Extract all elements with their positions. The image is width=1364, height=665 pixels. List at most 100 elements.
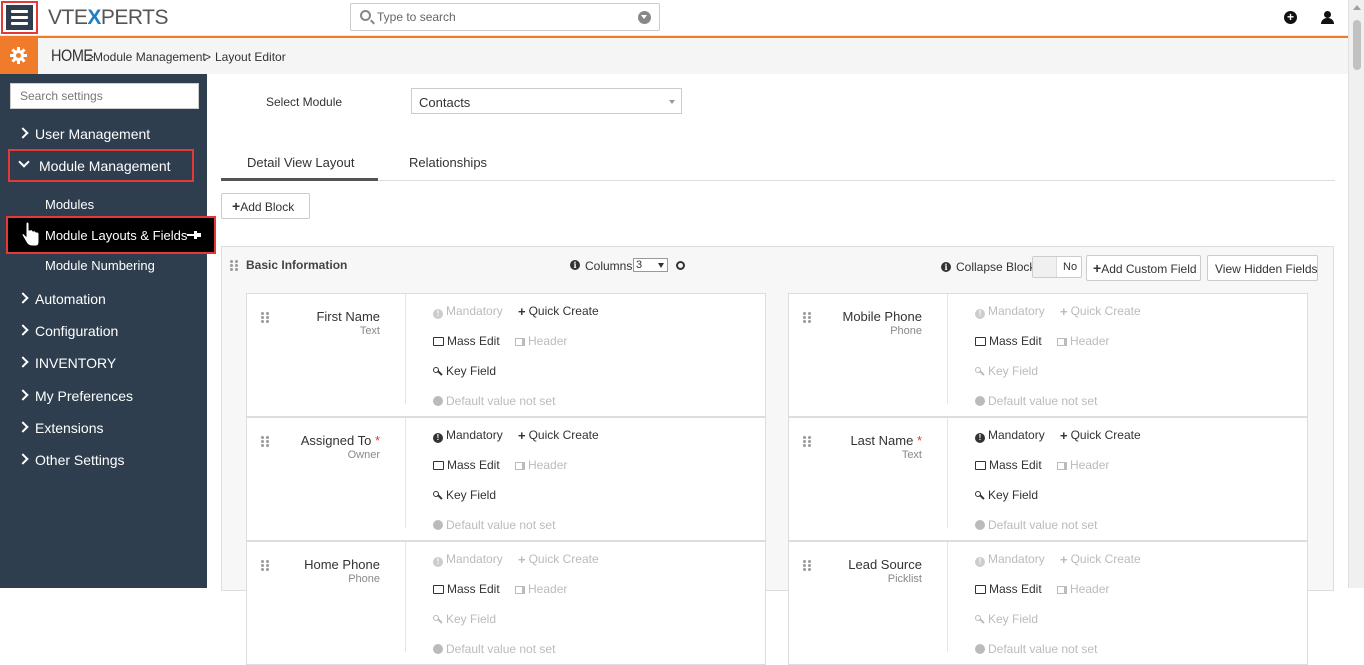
sidebar-subitem-module-layouts-fields[interactable]: Module Layouts & Fields <box>45 228 187 243</box>
quick-create-option[interactable]: + Quick Create <box>518 552 599 566</box>
field-type: Owner <box>347 449 380 461</box>
sidebar-item-other-settings[interactable]: Other Settings <box>0 447 207 473</box>
drag-handle-icon[interactable] <box>803 312 811 324</box>
key-field-option[interactable]: Key Field <box>975 488 1038 502</box>
scrollbar-thumb[interactable] <box>1353 20 1361 70</box>
breadcrumb-module-management[interactable]: Module Management <box>93 50 206 64</box>
header-option[interactable]: Header <box>1057 334 1109 348</box>
collapse-block-toggle[interactable]: No <box>1032 256 1082 278</box>
default-value-option[interactable]: Default value not set <box>975 518 1097 532</box>
settings-button[interactable] <box>0 38 38 74</box>
default-value-option[interactable]: Default value not set <box>975 642 1097 656</box>
columns-select[interactable]: 3 <box>633 258 668 272</box>
sidebar-item-label: My Preferences <box>35 388 134 404</box>
search-input[interactable] <box>377 8 627 26</box>
header-label: Header <box>528 582 568 596</box>
header-option[interactable]: Header <box>515 582 567 596</box>
quick-create-option[interactable]: + Quick Create <box>1060 428 1141 442</box>
quick-create-option[interactable]: + Quick Create <box>1060 304 1141 318</box>
drag-handle-icon[interactable] <box>261 436 269 448</box>
header-label: Header <box>528 458 568 472</box>
key-icon <box>975 367 985 376</box>
sidebar-item-module-management[interactable]: Module Management <box>0 153 207 179</box>
chevron-down-icon[interactable] <box>638 11 651 24</box>
mandatory-option[interactable]: ! Mandatory <box>975 552 1045 567</box>
flag-icon <box>515 586 525 594</box>
sidebar-item-extensions[interactable]: Extensions <box>0 415 207 441</box>
mandatory-option[interactable]: ! Mandatory <box>975 304 1045 319</box>
add-custom-field-button[interactable]: +Add Custom Field <box>1086 255 1201 281</box>
quick-create-label: Quick Create <box>1070 428 1141 442</box>
drag-handle-icon[interactable] <box>803 560 811 572</box>
settings-sidebar: User Management Module Management Module… <box>0 74 216 588</box>
mass-edit-option[interactable]: Mass Edit <box>433 458 500 472</box>
header-option[interactable]: Header <box>515 458 567 472</box>
key-field-option[interactable]: Key Field <box>433 612 496 626</box>
sidebar-subitem-modules[interactable]: Modules <box>45 197 94 212</box>
vertical-scrollbar[interactable] <box>1348 0 1364 588</box>
key-icon <box>433 367 443 376</box>
settings-search-input[interactable] <box>11 84 198 108</box>
quick-create-option[interactable]: + Quick Create <box>1060 552 1141 566</box>
mass-edit-option[interactable]: Mass Edit <box>433 334 500 348</box>
mass-edit-option[interactable]: Mass Edit <box>975 582 1042 596</box>
mandatory-option[interactable]: ! Mandatory <box>433 428 503 443</box>
key-field-option[interactable]: Key Field <box>433 488 496 502</box>
field-name: First Name <box>316 309 380 324</box>
top-bar: VTEXPERTS + <box>0 0 1348 36</box>
edit-icon <box>433 585 444 594</box>
sidebar-subitem-module-numbering[interactable]: Module Numbering <box>45 258 155 273</box>
drag-handle-icon[interactable] <box>230 260 238 272</box>
key-field-option[interactable]: Key Field <box>975 364 1038 378</box>
sidebar-item-user-management[interactable]: User Management <box>0 121 207 147</box>
gear-icon[interactable] <box>676 261 685 270</box>
module-select[interactable]: Contacts <box>411 88 682 114</box>
tab-relationships[interactable]: Relationships <box>409 155 487 170</box>
drag-handle-icon[interactable] <box>261 312 269 324</box>
default-value-option[interactable]: Default value not set <box>433 518 555 532</box>
sidebar-item-automation[interactable]: Automation <box>0 286 207 312</box>
pin-icon[interactable] <box>187 231 201 239</box>
default-value-option[interactable]: Default value not set <box>433 642 555 656</box>
mass-edit-option[interactable]: Mass Edit <box>433 582 500 596</box>
default-value-option[interactable]: Default value not set <box>433 394 555 408</box>
mandatory-option[interactable]: ! Mandatory <box>433 552 503 567</box>
mass-edit-option[interactable]: Mass Edit <box>975 458 1042 472</box>
quick-create-option[interactable]: + Quick Create <box>518 304 599 318</box>
menu-button[interactable] <box>1 1 38 34</box>
drag-handle-icon[interactable] <box>261 560 269 572</box>
edit-icon <box>975 337 986 346</box>
scroll-up-arrow-icon[interactable] <box>1353 5 1361 10</box>
field-divider <box>947 294 948 404</box>
user-icon[interactable] <box>1321 11 1334 25</box>
key-field-option[interactable]: Key Field <box>433 364 496 378</box>
columns-label: Columns <box>585 259 633 273</box>
quick-create-option[interactable]: + Quick Create <box>518 428 599 442</box>
header-option[interactable]: Header <box>1057 582 1109 596</box>
header-option[interactable]: Header <box>1057 458 1109 472</box>
key-field-label: Key Field <box>988 612 1039 626</box>
clock-icon <box>975 396 985 406</box>
field-divider <box>947 542 948 652</box>
field-card: Home Phone Phone! Mandatory + Quick Create M… <box>246 541 766 665</box>
sidebar-item-my-preferences[interactable]: My Preferences <box>0 383 207 409</box>
quick-create-plus-icon[interactable]: + <box>1284 11 1297 24</box>
mandatory-option[interactable]: ! Mandatory <box>433 304 503 319</box>
drag-handle-icon[interactable] <box>803 436 811 448</box>
default-value-option[interactable]: Default value not set <box>975 394 1097 408</box>
tab-detail-view-layout[interactable]: Detail View Layout <box>247 155 354 170</box>
header-label: Header <box>528 334 568 348</box>
mandatory-option[interactable]: ! Mandatory <box>975 428 1045 443</box>
add-block-button[interactable]: +Add Block <box>221 193 310 219</box>
select-module-label: Select Module <box>266 95 343 109</box>
sidebar-item-inventory[interactable]: INVENTORY <box>0 350 207 376</box>
chevron-right-icon <box>17 389 29 401</box>
key-field-option[interactable]: Key Field <box>975 612 1038 626</box>
view-hidden-fields-button[interactable]: View Hidden Fields <box>1207 255 1318 281</box>
logo[interactable]: VTEXPERTS <box>48 6 169 30</box>
sidebar-item-configuration[interactable]: Configuration <box>0 318 207 344</box>
mass-edit-option[interactable]: Mass Edit <box>975 334 1042 348</box>
header-option[interactable]: Header <box>515 334 567 348</box>
default-value-label: Default value not set <box>446 642 556 656</box>
mandatory-label: Mandatory <box>446 552 503 566</box>
